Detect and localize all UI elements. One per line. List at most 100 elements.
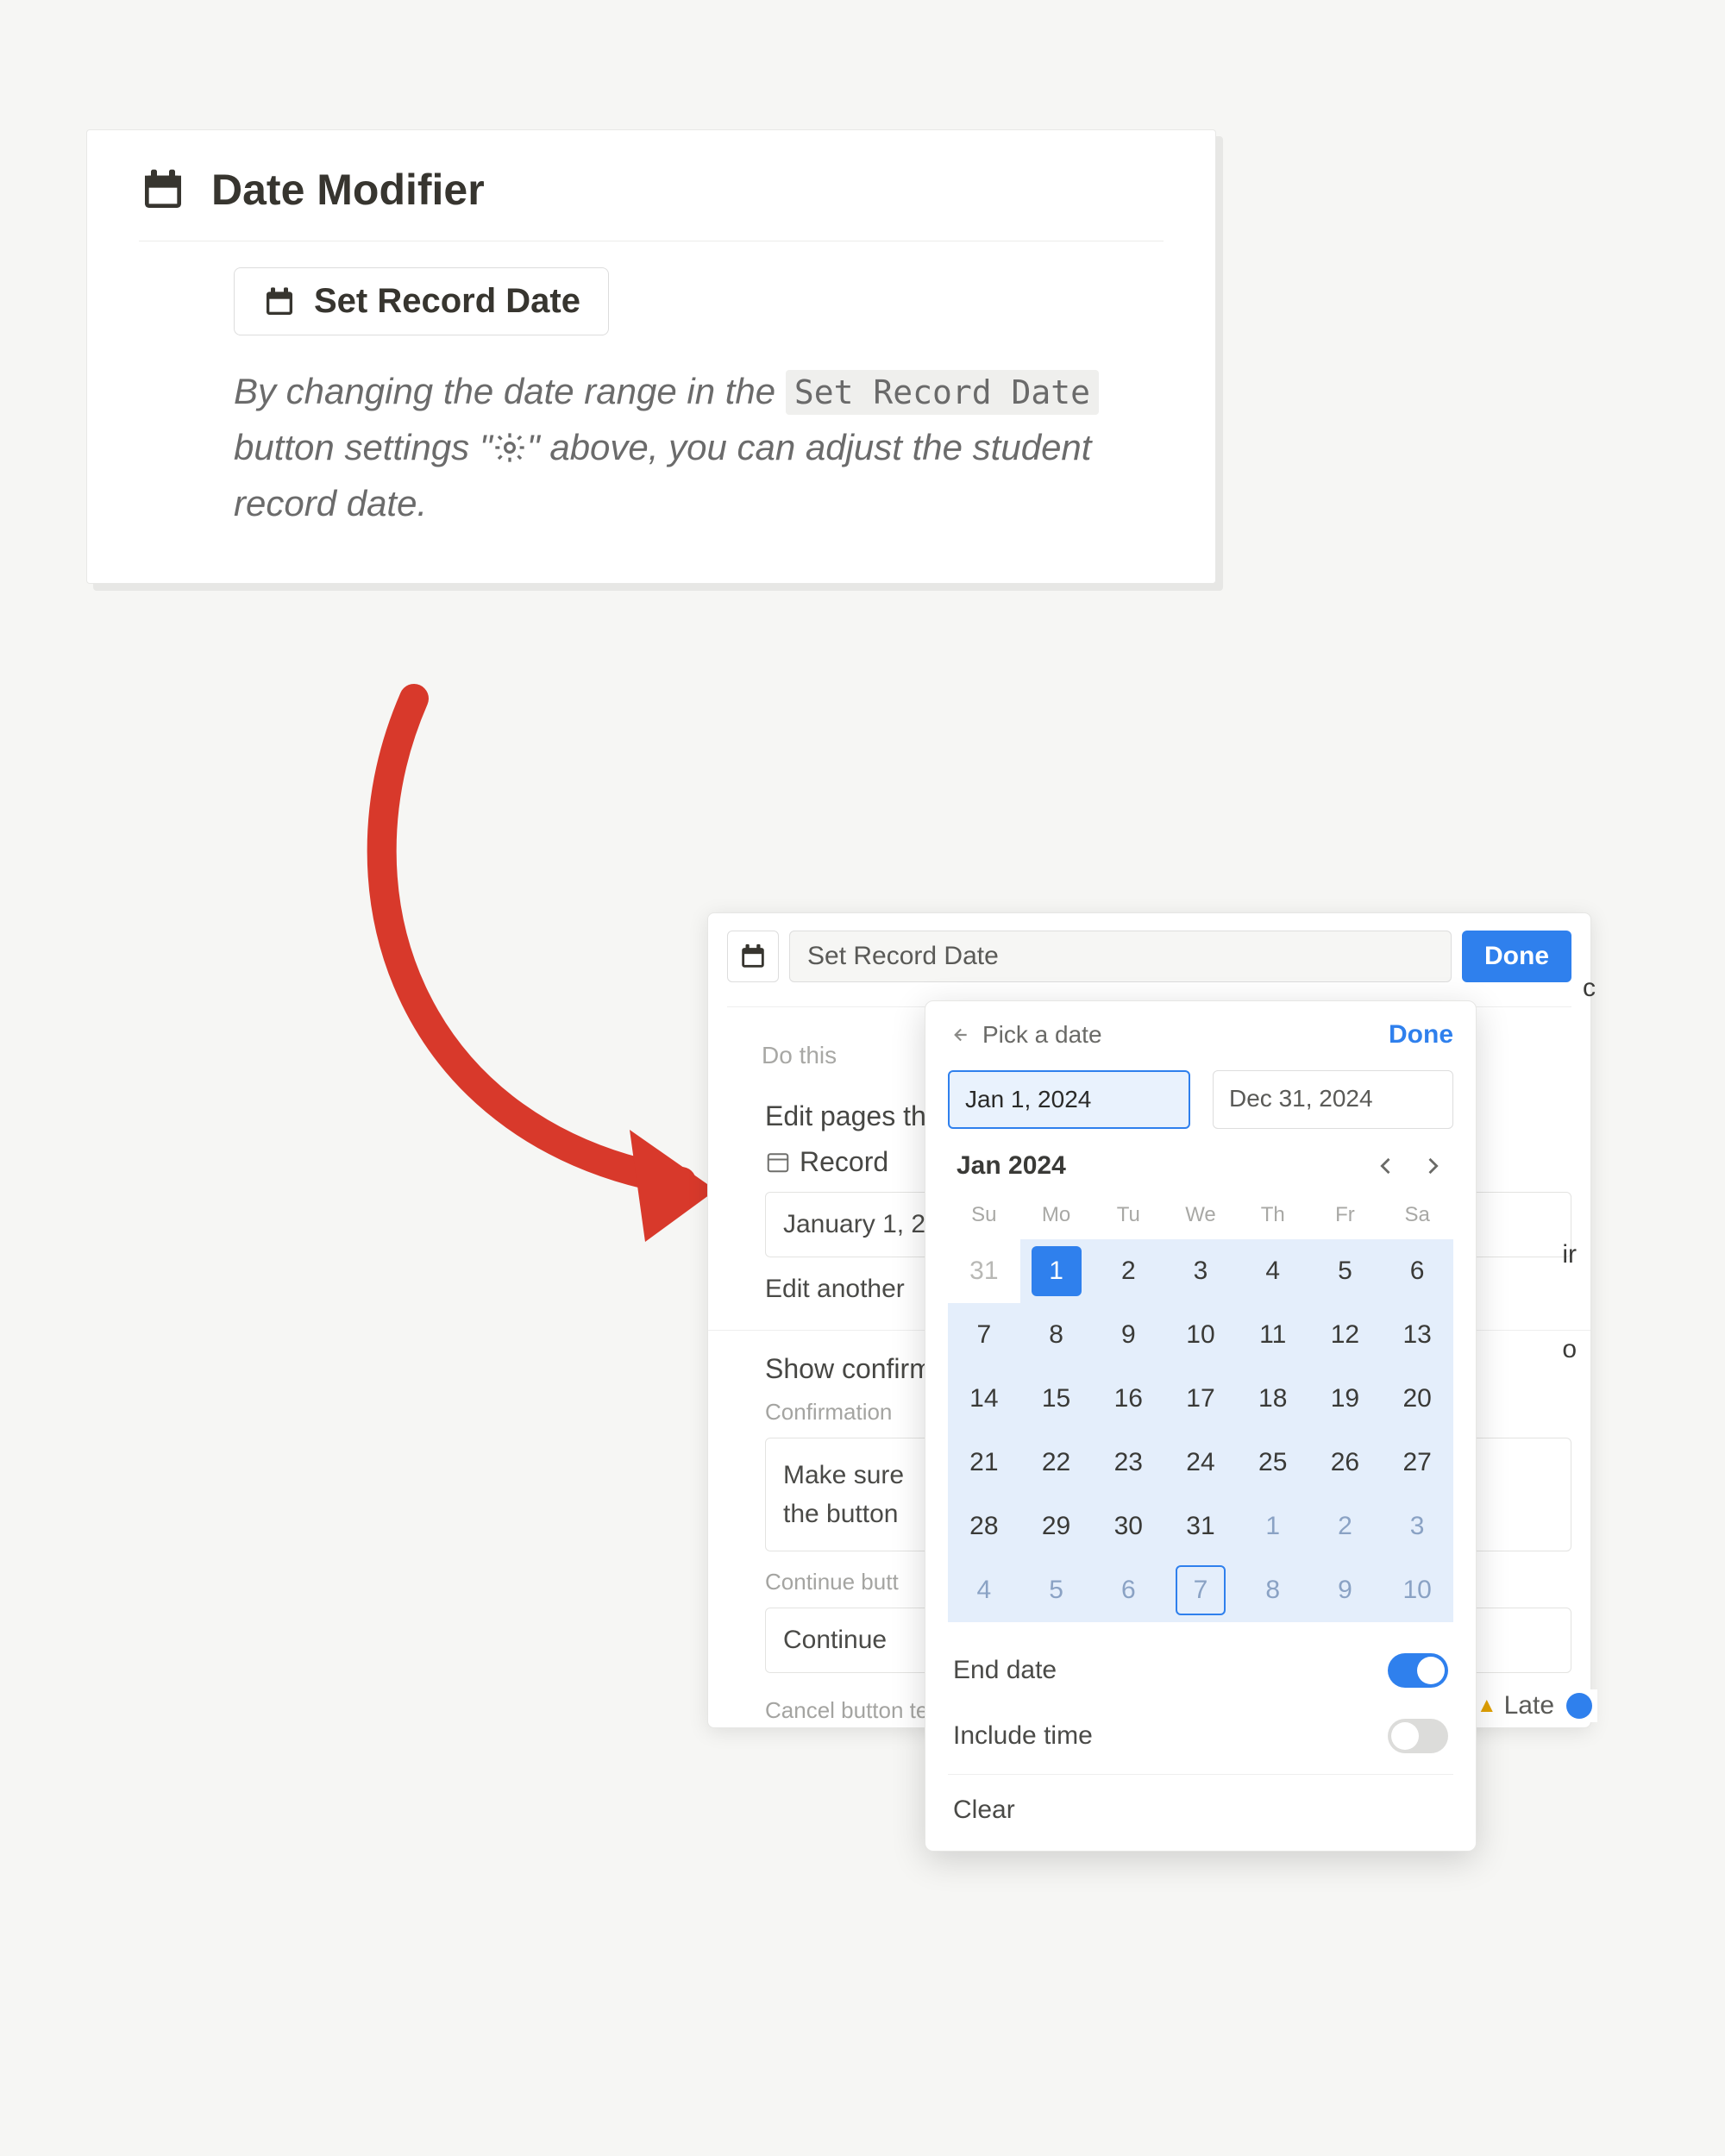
- calendar-day[interactable]: 31: [1164, 1495, 1237, 1558]
- toggle-on-icon[interactable]: [1388, 1653, 1448, 1688]
- picker-options: End date Include time: [948, 1638, 1453, 1769]
- calendar-day[interactable]: 6: [1092, 1558, 1164, 1622]
- done-button[interactable]: Done: [1462, 931, 1571, 982]
- date-range-inputs: Jan 1, 2024 Dec 31, 2024: [948, 1070, 1453, 1129]
- calendar-day[interactable]: 1: [1020, 1239, 1093, 1303]
- picker-title: Pick a date: [982, 1021, 1102, 1049]
- dow-label: Fr: [1309, 1194, 1382, 1239]
- end-date-toggle-row[interactable]: End date: [948, 1638, 1453, 1703]
- set-record-date-button[interactable]: Set Record Date: [234, 267, 609, 335]
- calendar-day[interactable]: 20: [1381, 1367, 1453, 1431]
- include-time-toggle-row[interactable]: Include time: [948, 1703, 1453, 1769]
- calendar-day[interactable]: 4: [1237, 1239, 1309, 1303]
- calendar-day[interactable]: 5: [1020, 1558, 1093, 1622]
- picker-done-button[interactable]: Done: [1389, 1020, 1453, 1050]
- calendar-day[interactable]: 29: [1020, 1495, 1093, 1558]
- dow-label: We: [1164, 1194, 1237, 1239]
- calendar-day[interactable]: 8: [1237, 1558, 1309, 1622]
- calendar-day[interactable]: 23: [1092, 1431, 1164, 1495]
- calendar-day[interactable]: 5: [1309, 1239, 1382, 1303]
- arrow-left-icon: [948, 1024, 970, 1046]
- month-nav: Jan 2024: [957, 1151, 1445, 1181]
- calendar-day[interactable]: 31: [948, 1239, 1020, 1303]
- text: the button: [783, 1500, 898, 1528]
- calendar-day[interactable]: 30: [1092, 1495, 1164, 1558]
- calendar-day[interactable]: 28: [948, 1495, 1020, 1558]
- calendar-day[interactable]: 27: [1381, 1431, 1453, 1495]
- calendar-day[interactable]: 24: [1164, 1431, 1237, 1495]
- annotation-arrow: [310, 690, 759, 1276]
- card-body: Set Record Date By changing the date ran…: [139, 267, 1164, 531]
- text: Make sure: [783, 1461, 904, 1489]
- calendar-icon: [262, 285, 297, 319]
- property-name: Record: [800, 1146, 888, 1177]
- warning-icon: ▲: [1477, 1694, 1497, 1718]
- calendar-day[interactable]: 15: [1020, 1367, 1093, 1431]
- late-text: Late: [1504, 1691, 1554, 1720]
- clear-button[interactable]: Clear: [948, 1774, 1453, 1842]
- option-label: Include time: [953, 1721, 1093, 1751]
- calendar-icon: [765, 1149, 791, 1175]
- calendar-day[interactable]: 9: [1092, 1303, 1164, 1367]
- calendar-day[interactable]: 26: [1309, 1431, 1382, 1495]
- toggle-off-icon[interactable]: [1388, 1719, 1448, 1753]
- dow-label: Sa: [1381, 1194, 1453, 1239]
- button-title-input[interactable]: [789, 931, 1452, 982]
- picker-back[interactable]: Pick a date: [948, 1021, 1102, 1049]
- editor-header: Done: [727, 931, 1571, 982]
- calendar-day[interactable]: 10: [1381, 1558, 1453, 1622]
- edge-text: c: [1583, 974, 1596, 1003]
- start-date-input[interactable]: Jan 1, 2024: [948, 1070, 1190, 1129]
- calendar-day[interactable]: 16: [1092, 1367, 1164, 1431]
- calendar-day[interactable]: 3: [1381, 1495, 1453, 1558]
- dow-label: Su: [948, 1194, 1020, 1239]
- card-header: Date Modifier: [139, 165, 1164, 241]
- calendar-day[interactable]: 9: [1309, 1558, 1382, 1622]
- calendar-grid: SuMoTuWeThFrSa31123456789101112131415161…: [948, 1194, 1453, 1622]
- option-label: End date: [953, 1656, 1057, 1685]
- calendar-day[interactable]: 22: [1020, 1431, 1093, 1495]
- calendar-icon: [139, 166, 187, 214]
- code-chip: Set Record Date: [786, 370, 1099, 415]
- month-label: Jan 2024: [957, 1151, 1066, 1181]
- button-icon-picker[interactable]: [727, 931, 779, 982]
- calendar-day[interactable]: 14: [948, 1367, 1020, 1431]
- calendar-day[interactable]: 6: [1381, 1239, 1453, 1303]
- calendar-day[interactable]: 10: [1164, 1303, 1237, 1367]
- end-date-input[interactable]: Dec 31, 2024: [1213, 1070, 1453, 1129]
- calendar-day[interactable]: 1: [1237, 1495, 1309, 1558]
- card-description: By changing the date range in the Set Re…: [234, 363, 1164, 531]
- set-record-date-label: Set Record Date: [314, 282, 580, 321]
- calendar-day[interactable]: 7: [1164, 1558, 1237, 1622]
- desc-text: button settings ": [234, 427, 492, 467]
- calendar-day[interactable]: 11: [1237, 1303, 1309, 1367]
- calendar-day[interactable]: 25: [1237, 1431, 1309, 1495]
- next-month-button[interactable]: [1421, 1154, 1445, 1178]
- calendar-day[interactable]: 13: [1381, 1303, 1453, 1367]
- picker-header: Pick a date Done: [948, 1020, 1453, 1050]
- edge-text: ir: [1562, 1240, 1577, 1269]
- edge-text: o: [1562, 1335, 1577, 1364]
- dow-label: Mo: [1020, 1194, 1093, 1239]
- calendar-day[interactable]: 18: [1237, 1367, 1309, 1431]
- prev-month-button[interactable]: [1374, 1154, 1398, 1178]
- gear-icon: [492, 424, 527, 459]
- calendar-day[interactable]: 19: [1309, 1367, 1382, 1431]
- late-badge: ▲ Late: [1471, 1689, 1597, 1722]
- dow-label: Th: [1237, 1194, 1309, 1239]
- desc-text: By changing the date range in the: [234, 371, 786, 411]
- date-modifier-card: Date Modifier Set Record Date By changin…: [86, 129, 1216, 584]
- calendar-day[interactable]: 3: [1164, 1239, 1237, 1303]
- calendar-day[interactable]: 21: [948, 1431, 1020, 1495]
- calendar-day[interactable]: 4: [948, 1558, 1020, 1622]
- calendar-day[interactable]: 17: [1164, 1367, 1237, 1431]
- calendar-day[interactable]: 2: [1309, 1495, 1382, 1558]
- blue-dot-icon: [1566, 1693, 1592, 1719]
- date-picker-popover: Pick a date Done Jan 1, 2024 Dec 31, 202…: [925, 1000, 1477, 1852]
- calendar-day[interactable]: 8: [1020, 1303, 1093, 1367]
- dow-label: Tu: [1092, 1194, 1164, 1239]
- calendar-day[interactable]: 2: [1092, 1239, 1164, 1303]
- calendar-day[interactable]: 12: [1309, 1303, 1382, 1367]
- card-title: Date Modifier: [211, 165, 485, 215]
- calendar-day[interactable]: 7: [948, 1303, 1020, 1367]
